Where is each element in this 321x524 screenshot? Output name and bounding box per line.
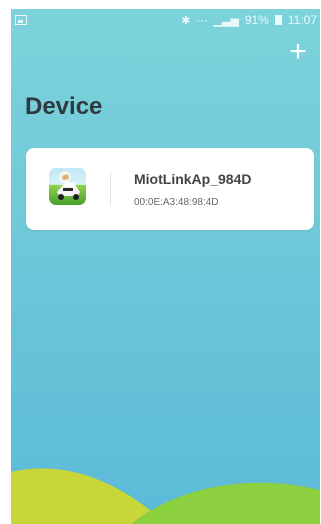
image-icon (15, 15, 27, 25)
bluetooth-icon: ✱ (181, 14, 191, 27)
device-name: MiotLinkAp_984D (134, 171, 252, 187)
device-card[interactable]: MiotLinkAp_984D 00:0E:A3:48:98:4D (26, 148, 314, 230)
status-bar: ✱ ⋯ ▁▃▅ 91% 11:07 (11, 9, 320, 31)
status-left (11, 15, 27, 25)
plus-icon[interactable]: + (288, 37, 308, 67)
card-divider (110, 172, 111, 206)
mower-icon (57, 171, 80, 200)
hill-decoration (11, 468, 320, 524)
clock: 11:07 (287, 13, 317, 27)
app-screen: ✱ ⋯ ▁▃▅ 91% 11:07 + Device MiotLinkAp_98… (11, 9, 320, 524)
wifi-icon: ⋯ (196, 14, 208, 27)
page-title: Device (25, 93, 103, 120)
signal-icon: ▁▃▅ (213, 14, 239, 27)
device-mac-address: 00:0E:A3:48:98:4D (134, 197, 219, 208)
status-right: ✱ ⋯ ▁▃▅ 91% 11:07 (181, 13, 320, 27)
battery-icon (274, 15, 282, 25)
mower-thumbnail (49, 168, 86, 205)
battery-percent: 91% (244, 13, 269, 27)
